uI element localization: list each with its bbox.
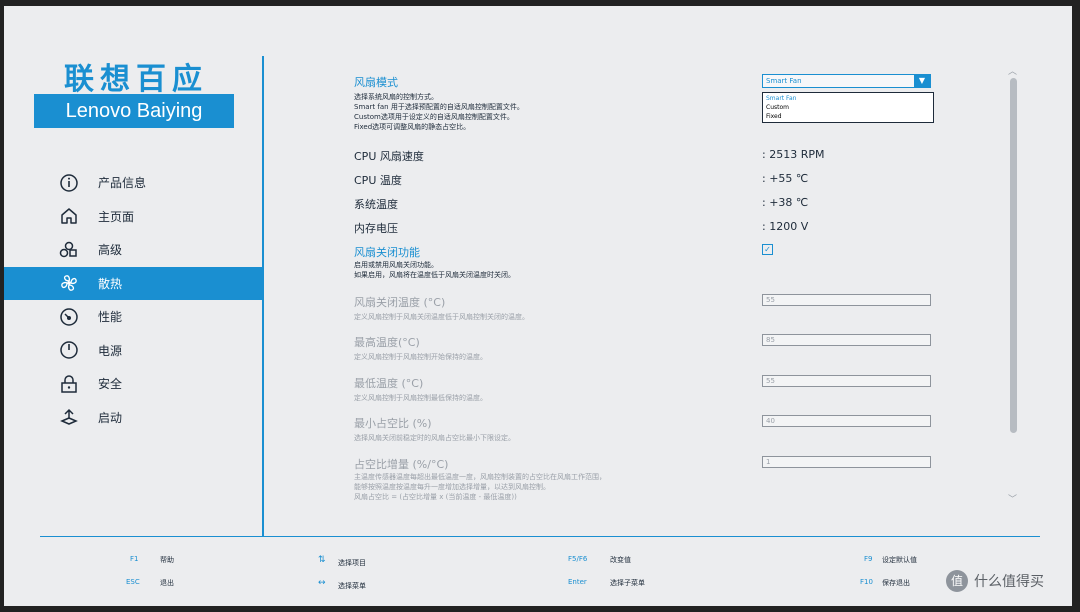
system-temp-value: : +38 ℃ <box>762 196 809 209</box>
footer-key: ESC <box>126 578 140 586</box>
desc-line: Smart fan 用于选择预配置的自适风扇控制配置文件。 <box>354 103 524 111</box>
power-icon <box>58 339 80 361</box>
scroll-down-icon[interactable]: ﹀ <box>1008 492 1017 505</box>
desc-line: 如果启用，风扇将在温度低于风扇关闭温度时关闭。 <box>354 271 515 279</box>
cpu-fan-speed-value: : 2513 RPM <box>762 148 825 161</box>
min-temp-label: 最低温度 (°C) <box>354 377 424 390</box>
fan-mode-option[interactable]: Fixed <box>766 112 930 121</box>
footer-key: F1 <box>130 555 139 563</box>
footer-label-select-item: 选择项目 <box>338 559 366 567</box>
footer-label-help: 帮助 <box>160 556 174 564</box>
info-icon <box>58 172 80 194</box>
footer-label-submenu: 选择子菜单 <box>610 579 645 587</box>
sidebar-item-home[interactable]: 主页面 <box>4 200 262 234</box>
min-duty-description: 选择风扇关闭前稳定时的风扇占空比最小下限设定。 <box>354 434 515 442</box>
fan-icon <box>58 272 80 294</box>
sidebar-item-boot[interactable]: 启动 <box>4 401 262 435</box>
fan-off-label: 风扇关闭功能 <box>354 246 420 259</box>
memory-voltage-value: : 1200 V <box>762 220 809 233</box>
brand-logo-cn: 联想百应 <box>64 62 208 97</box>
desc-line: Custom选项用于设定义的自适风扇控制配置文件。 <box>354 113 514 121</box>
chevron-down-icon[interactable]: ▼ <box>914 75 930 87</box>
fan-mode-label: 风扇模式 <box>354 76 398 89</box>
sidebar-item-security[interactable]: 安全 <box>4 367 262 401</box>
footer-label-defaults: 设定默认值 <box>882 556 917 564</box>
cpu-temp-label: CPU 温度 <box>354 174 402 187</box>
fan-mode-description: 选择系统风扇的控制方式。 Smart fan 用于选择预配置的自适风扇控制配置文… <box>354 92 674 132</box>
max-temp-input[interactable]: 85 <box>762 334 931 346</box>
watermark-logo-icon: 值 <box>946 570 968 592</box>
watermark: 值 什么值得买 <box>946 570 1044 592</box>
desc-line: 启用或禁用风扇关闭功能。 <box>354 261 438 269</box>
max-temp-description: 定义风扇控制于风扇控制开始保持的温度。 <box>354 353 487 361</box>
sidebar-item-label: 散热 <box>98 276 123 291</box>
fan-mode-option[interactable]: Custom <box>766 103 930 112</box>
footer-key: F10 <box>860 578 873 586</box>
footer-label-exit: 退出 <box>160 579 174 587</box>
desc-line: 选择系统风扇的控制方式。 <box>354 93 438 101</box>
boot-icon <box>58 406 80 428</box>
fan-mode-selected-value: Smart Fan <box>766 77 802 85</box>
sidebar-nav: 产品信息 主页面 高级 散热 性能 电源 安全 启动 <box>4 166 262 434</box>
max-temp-label: 最高温度(°C) <box>354 336 420 349</box>
system-temp-label: 系统温度 <box>354 198 398 211</box>
bios-screen: 联想百应 Lenovo Baiying 产品信息 主页面 高级 散热 性能 电源… <box>4 6 1072 606</box>
footer-key: F9 <box>864 555 873 563</box>
thermal-settings-panel: 风扇模式 选择系统风扇的控制方式。 Smart fan 用于选择预配置的自适风扇… <box>274 62 1034 532</box>
home-icon <box>58 205 80 227</box>
footer-key: Enter <box>568 578 587 586</box>
sidebar-item-label: 电源 <box>98 343 123 358</box>
sidebar-divider <box>262 56 264 536</box>
desc-line: Fixed选项可调整风扇的静态占空比。 <box>354 123 471 131</box>
footer-divider <box>40 536 1040 537</box>
min-duty-input[interactable]: 40 <box>762 415 931 427</box>
sidebar-item-label: 高级 <box>98 243 123 258</box>
fan-mode-select[interactable]: Smart Fan ▼ <box>762 74 931 88</box>
select-menu-icon: ↔ <box>318 578 326 588</box>
brand-logo-en: Lenovo Baiying <box>34 94 234 128</box>
desc-line: 能够按照温度按温度每升一度增加选择增量，以达到风扇控制。 <box>354 483 550 491</box>
duty-step-description: 主温度传感器温度每超出最低温度一度，风扇控制装置的占空比在风扇工作范围， 能够按… <box>354 472 734 502</box>
lock-icon <box>58 373 80 395</box>
fan-off-temp-input[interactable]: 55 <box>762 294 931 306</box>
footer-label-select-menu: 选择菜单 <box>338 582 366 590</box>
fan-off-temp-description: 定义风扇控制于风扇关闭温度低于风扇控制关闭的温度。 <box>354 313 529 321</box>
footer-label-save-exit: 保存退出 <box>882 579 910 587</box>
performance-icon <box>58 306 80 328</box>
min-temp-input[interactable]: 55 <box>762 375 931 387</box>
sidebar-item-label: 主页面 <box>98 209 135 224</box>
watermark-text: 什么值得买 <box>974 574 1044 590</box>
scroll-up-icon[interactable]: ︿ <box>1008 64 1017 77</box>
sidebar-item-label: 启动 <box>98 410 123 425</box>
fan-off-checkbox[interactable]: ✓ <box>762 244 773 255</box>
sidebar-item-advanced[interactable]: 高级 <box>4 233 262 267</box>
cpu-temp-value: : +55 ℃ <box>762 172 809 185</box>
sidebar-item-label: 性能 <box>98 310 123 325</box>
sidebar-item-label: 安全 <box>98 377 123 392</box>
fan-mode-dropdown: Smart Fan Custom Fixed <box>762 92 934 123</box>
cpu-fan-speed-label: CPU 风扇速度 <box>354 150 424 163</box>
select-item-icon: ⇅ <box>318 555 326 565</box>
memory-voltage-label: 内存电压 <box>354 222 398 235</box>
fan-off-temp-label: 风扇关闭温度 (°C) <box>354 296 446 309</box>
sidebar-item-label: 产品信息 <box>98 176 147 191</box>
sidebar-item-thermal[interactable]: 散热 <box>4 266 262 300</box>
fan-mode-option[interactable]: Smart Fan <box>766 94 930 103</box>
footer-key: F5/F6 <box>568 555 588 563</box>
min-duty-label: 最小占空比 (%) <box>354 417 432 430</box>
sidebar-item-performance[interactable]: 性能 <box>4 300 262 334</box>
footer-label-change-value: 改变值 <box>610 556 631 564</box>
scrollbar-thumb[interactable] <box>1010 78 1017 433</box>
duty-step-input[interactable]: 1 <box>762 456 931 468</box>
min-temp-description: 定义风扇控制于风扇控制最低保持的温度。 <box>354 394 487 402</box>
duty-step-label: 占空比增量 (%/°C) <box>354 458 449 471</box>
desc-line: 风扇占空比 = (占空比增量 x (当前温度 - 最低温度)) <box>354 493 517 501</box>
advanced-icon <box>58 239 80 261</box>
sidebar-item-power[interactable]: 电源 <box>4 334 262 368</box>
fan-off-description: 启用或禁用风扇关闭功能。 如果启用，风扇将在温度低于风扇关闭温度时关闭。 <box>354 260 674 280</box>
desc-line: 主温度传感器温度每超出最低温度一度，风扇控制装置的占空比在风扇工作范围， <box>354 473 606 481</box>
sidebar-item-product-info[interactable]: 产品信息 <box>4 166 262 200</box>
